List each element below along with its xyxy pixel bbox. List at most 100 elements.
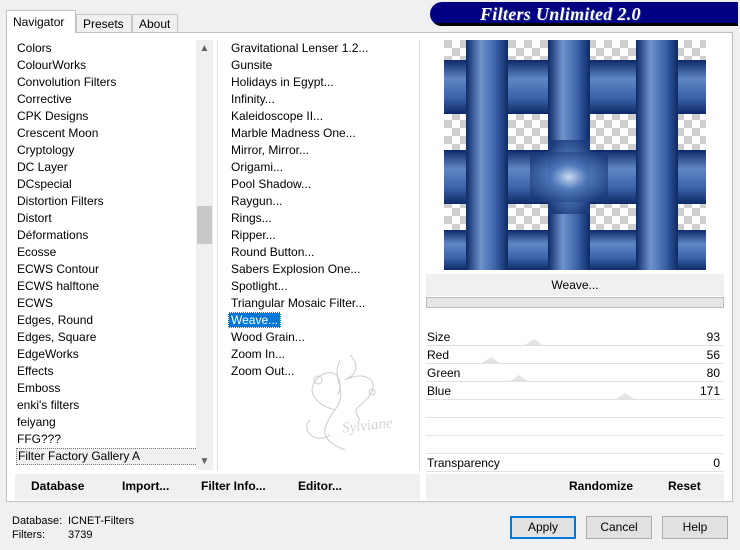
filter-item[interactable]: Ripper... bbox=[228, 227, 418, 244]
help-button[interactable]: Help bbox=[662, 516, 728, 539]
slider-marker-icon[interactable] bbox=[616, 393, 634, 399]
param-row-transparency[interactable]: Transparency 0 bbox=[426, 454, 724, 472]
param-value[interactable]: 56 bbox=[707, 346, 720, 364]
category-item[interactable]: Cryptology bbox=[16, 142, 212, 159]
category-item[interactable]: FFG??? bbox=[16, 431, 212, 448]
filter-item-label: Mirror, Mirror... bbox=[231, 143, 309, 157]
filter-item[interactable]: Spotlight... bbox=[228, 278, 418, 295]
param-row-empty bbox=[426, 418, 724, 436]
param-row-green[interactable]: Green 80 bbox=[426, 364, 724, 382]
filter-item[interactable]: Round Button... bbox=[228, 244, 418, 261]
filter-info-button[interactable]: Filter Info... bbox=[201, 479, 266, 493]
category-item[interactable]: Edges, Square bbox=[16, 329, 212, 346]
filter-item-label: Rings... bbox=[231, 211, 272, 225]
filter-item[interactable]: Sabers Explosion One... bbox=[228, 261, 418, 278]
param-value[interactable]: 0 bbox=[713, 454, 720, 472]
filter-item[interactable]: Zoom Out... bbox=[228, 363, 418, 380]
category-item[interactable]: Colors bbox=[16, 40, 212, 57]
filter-item[interactable]: Gravitational Lenser 1.2... bbox=[228, 40, 418, 57]
category-item[interactable]: Emboss bbox=[16, 380, 212, 397]
category-item[interactable]: EdgeWorks bbox=[16, 346, 212, 363]
param-value[interactable]: 171 bbox=[700, 382, 720, 400]
filter-item[interactable]: Mirror, Mirror... bbox=[228, 142, 418, 159]
category-item[interactable]: Edges, Round bbox=[16, 312, 212, 329]
filter-item[interactable]: Rings... bbox=[228, 210, 418, 227]
category-item[interactable]: Distortion Filters bbox=[16, 193, 212, 210]
database-label: Database: bbox=[12, 515, 63, 527]
filter-item[interactable]: Holidays in Egypt... bbox=[228, 74, 418, 91]
filter-item-label: Holidays in Egypt... bbox=[231, 75, 334, 89]
filter-item[interactable]: Infinity... bbox=[228, 91, 418, 108]
param-label: Blue bbox=[427, 384, 452, 398]
category-item[interactable]: enki's filters bbox=[16, 397, 212, 414]
category-item[interactable]: Filter Factory Gallery A bbox=[16, 448, 212, 465]
category-item[interactable]: CPK Designs bbox=[16, 108, 212, 125]
filter-list[interactable]: Gravitational Lenser 1.2... Gunsite Holida… bbox=[228, 40, 418, 470]
scrollbar-thumb[interactable] bbox=[197, 206, 212, 244]
filter-item-label: Infinity... bbox=[231, 92, 275, 106]
apply-button[interactable]: Apply bbox=[510, 516, 576, 539]
category-item[interactable]: Effects bbox=[16, 363, 212, 380]
editor-button[interactable]: Editor... bbox=[298, 479, 342, 493]
filter-item[interactable]: Gunsite bbox=[228, 57, 418, 74]
list-divider bbox=[217, 40, 218, 470]
filter-item-label: Raygun... bbox=[231, 194, 283, 208]
tab-about[interactable]: About bbox=[132, 14, 178, 32]
tab-navigator[interactable]: Navigator bbox=[6, 10, 76, 33]
category-item[interactable]: DCspecial bbox=[16, 176, 212, 193]
category-item[interactable]: ECWS bbox=[16, 295, 212, 312]
database-button[interactable]: Database bbox=[31, 479, 84, 493]
category-item[interactable]: ColourWorks bbox=[16, 57, 212, 74]
slider-marker-icon[interactable] bbox=[482, 357, 500, 363]
filter-item-label: Gravitational Lenser 1.2... bbox=[231, 41, 369, 55]
category-item[interactable]: Ecosse bbox=[16, 244, 212, 261]
filter-item[interactable]: Wood Grain... bbox=[228, 329, 418, 346]
filter-item[interactable]: Raygun... bbox=[228, 193, 418, 210]
param-value[interactable]: 80 bbox=[707, 364, 720, 382]
category-item[interactable]: Convolution Filters bbox=[16, 74, 212, 91]
scroll-down-icon[interactable]: ▼ bbox=[196, 453, 213, 470]
import-button[interactable]: Import... bbox=[122, 479, 169, 493]
progress-bar bbox=[426, 297, 724, 308]
filter-item[interactable]: Triangular Mosaic Filter... bbox=[228, 295, 418, 312]
param-row-blue[interactable]: Blue 171 bbox=[426, 382, 724, 400]
filter-item[interactable]: Weave... bbox=[228, 312, 418, 329]
filter-item[interactable]: Kaleidoscope II... bbox=[228, 108, 418, 125]
filter-item[interactable]: Pool Shadow... bbox=[228, 176, 418, 193]
tab-presets[interactable]: Presets bbox=[76, 14, 132, 32]
filter-item-label: Wood Grain... bbox=[231, 330, 305, 344]
category-item[interactable]: Crescent Moon bbox=[16, 125, 212, 142]
category-item[interactable]: DC Layer bbox=[16, 159, 212, 176]
param-value[interactable]: 93 bbox=[707, 328, 720, 346]
filter-item-label: Zoom In... bbox=[231, 347, 286, 361]
filters-label: Filters: bbox=[12, 529, 45, 541]
category-item[interactable]: Déformations bbox=[16, 227, 212, 244]
filter-item[interactable]: Marble Madness One... bbox=[228, 125, 418, 142]
param-row-red[interactable]: Red 56 bbox=[426, 346, 724, 364]
reset-button[interactable]: Reset bbox=[668, 479, 701, 493]
category-scrollbar[interactable]: ▲ ▼ bbox=[196, 40, 213, 470]
category-item[interactable]: ECWS Contour bbox=[16, 261, 212, 278]
randomize-button[interactable]: Randomize bbox=[569, 479, 633, 493]
filter-item-label: Kaleidoscope II... bbox=[231, 109, 324, 123]
slider-marker-icon[interactable] bbox=[525, 339, 543, 345]
filter-item-label: Ripper... bbox=[231, 228, 276, 242]
left-button-bar: Database Import... Filter Info... Editor… bbox=[15, 474, 420, 500]
category-item[interactable]: ECWS halftone bbox=[16, 278, 212, 295]
parameter-panel[interactable]: Size 93 Red 56 Green 80 Blue 171 Transpa… bbox=[426, 309, 724, 499]
category-list[interactable]: Colors ColourWorks Convolution Filters Corr… bbox=[16, 40, 212, 468]
category-item[interactable]: Filter Factory Gallery B bbox=[16, 465, 212, 468]
cancel-button[interactable]: Cancel bbox=[586, 516, 652, 539]
preview-filter-name: Weave... bbox=[426, 274, 724, 296]
filter-item[interactable]: Zoom In... bbox=[228, 346, 418, 363]
scroll-up-icon[interactable]: ▲ bbox=[196, 40, 213, 57]
category-item[interactable]: Corrective bbox=[16, 91, 212, 108]
category-item[interactable]: feiyang bbox=[16, 414, 212, 431]
filter-item[interactable]: Origami... bbox=[228, 159, 418, 176]
slider-marker-icon[interactable] bbox=[510, 375, 528, 381]
right-button-bar: Randomize Reset bbox=[426, 474, 724, 500]
banner-title: Filters Unlimited 2.0 bbox=[480, 4, 641, 24]
param-row-size[interactable]: Size 93 bbox=[426, 328, 724, 346]
filter-item-label: Zoom Out... bbox=[231, 364, 295, 378]
category-item[interactable]: Distort bbox=[16, 210, 212, 227]
